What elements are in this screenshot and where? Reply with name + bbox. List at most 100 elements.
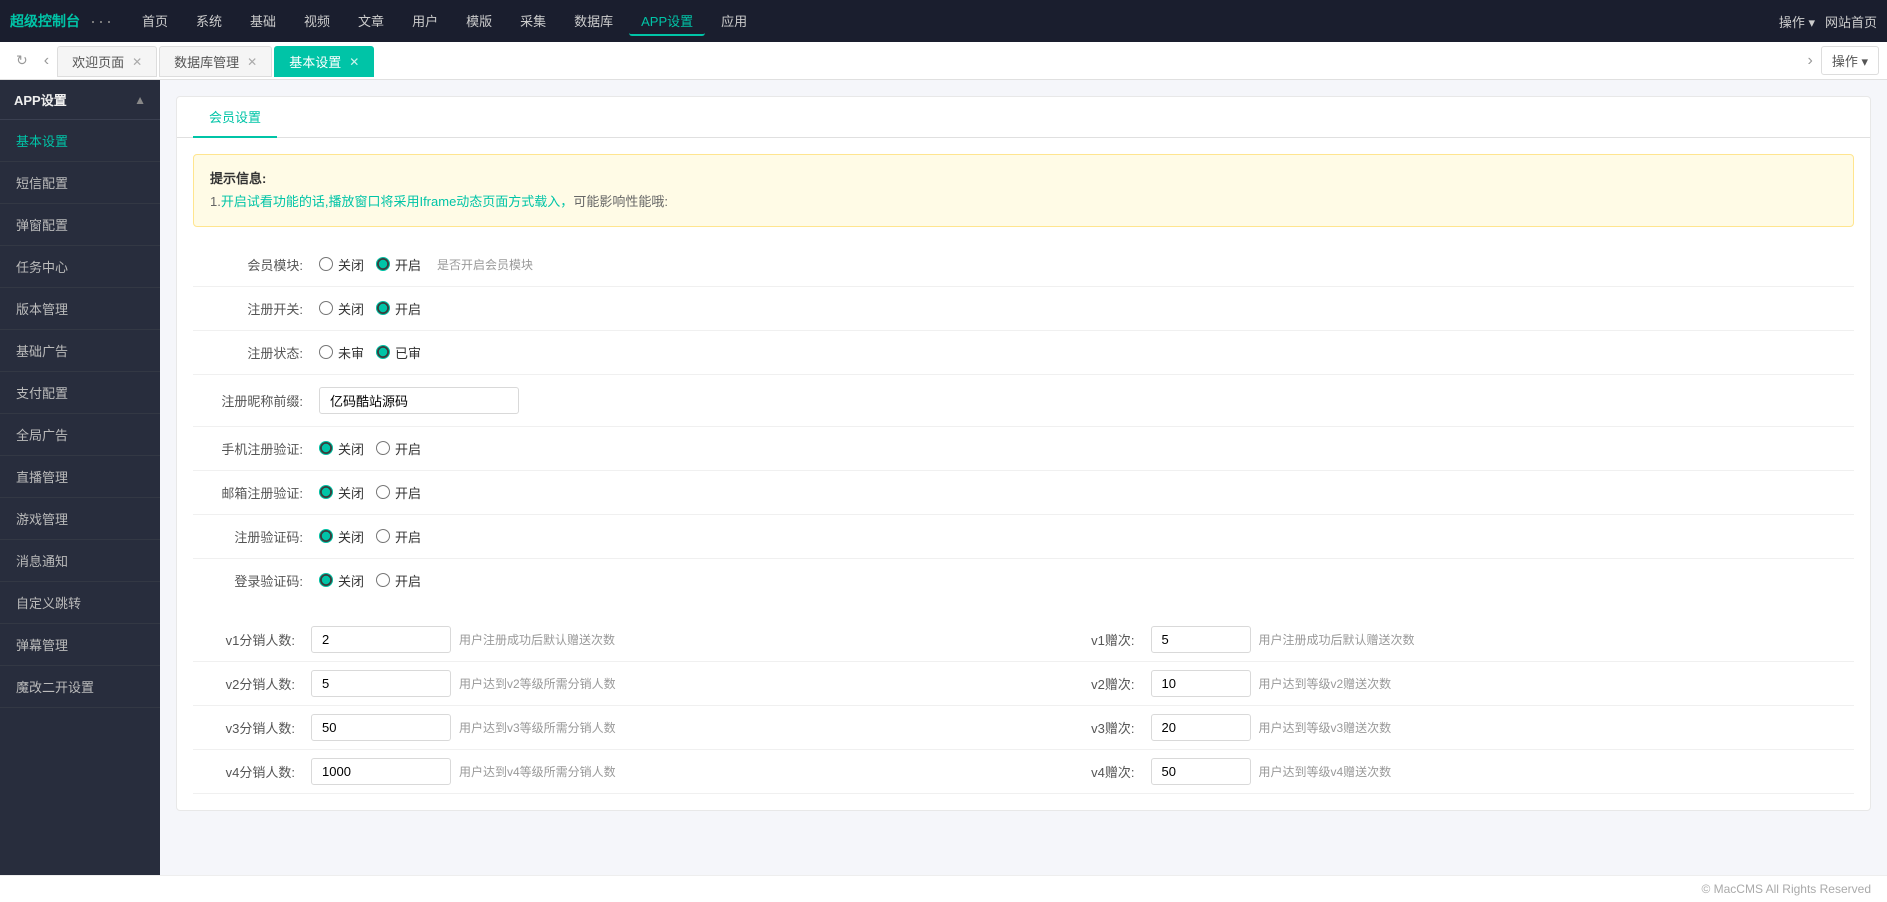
radio-login-captcha-off[interactable]: 关闭 <box>319 571 364 590</box>
sidebar-item-basic-ad[interactable]: 基础广告 <box>0 330 160 372</box>
tip-box: 提示信息: 1.开启试看功能的话,播放窗口将采用Iframe动态页面方式载入，可… <box>193 154 1854 227</box>
radio-register-on[interactable]: 开启 <box>376 299 421 318</box>
main-card: 会员设置 提示信息: 1.开启试看功能的话,播放窗口将采用Iframe动态页面方… <box>176 96 1871 811</box>
hint-v2-gift: 用户达到等级v2赠送次数 <box>1259 675 1855 692</box>
radio-mobile-off[interactable]: 关闭 <box>319 439 364 458</box>
radio-login-captcha-on[interactable]: 开启 <box>376 571 421 590</box>
input-v3-dist[interactable] <box>311 714 451 741</box>
tab-database-mgmt[interactable]: 数据库管理 ✕ <box>159 46 272 77</box>
nav-article[interactable]: 文章 <box>346 7 396 36</box>
sidebar-item-payment[interactable]: 支付配置 <box>0 372 160 414</box>
tab-action-btn[interactable]: 操作 ▾ <box>1821 46 1879 75</box>
nav-dots[interactable]: ··· <box>90 11 114 32</box>
hint-v1-gift: 用户注册成功后默认赠送次数 <box>1259 631 1855 648</box>
sidebar-item-popup[interactable]: 弹窗配置 <box>0 204 160 246</box>
radio-email-off[interactable]: 关闭 <box>319 483 364 502</box>
radio-status-approved[interactable]: 已审 <box>376 343 421 362</box>
nav-app[interactable]: 应用 <box>709 7 759 36</box>
hint-v3-dist: 用户达到v3等级所需分销人数 <box>459 719 1055 736</box>
radio-status-pending[interactable]: 未审 <box>319 343 364 362</box>
card-tabs: 会员设置 <box>177 97 1870 138</box>
sidebar-item-danmu[interactable]: 弹幕管理 <box>0 624 160 666</box>
sidebar-item-redirect[interactable]: 自定义跳转 <box>0 582 160 624</box>
sidebar-item-version[interactable]: 版本管理 <box>0 288 160 330</box>
sidebar-collapse-btn[interactable]: ▲ <box>134 93 146 107</box>
sidebar-title: APP设置 <box>14 90 67 109</box>
footer: © MacCMS All Rights Reserved <box>0 875 1887 902</box>
tip-line-1: 1.开启试看功能的话,播放窗口将采用Iframe动态页面方式载入，可能影响性能哦… <box>210 194 668 209</box>
card-tab-member-settings[interactable]: 会员设置 <box>193 97 277 138</box>
nav-app-settings[interactable]: APP设置 <box>629 7 705 36</box>
radio-member-on[interactable]: 开启 <box>376 255 421 274</box>
nav-right-actions: 操作 ▾ 网站首页 <box>1779 12 1877 31</box>
nav-video[interactable]: 视频 <box>292 7 342 36</box>
radio-reg-captcha-off[interactable]: 关闭 <box>319 527 364 546</box>
controls-mobile-verify: 关闭 开启 <box>319 439 421 458</box>
sidebar-item-live[interactable]: 直播管理 <box>0 456 160 498</box>
label-register-status: 注册状态: <box>193 343 303 362</box>
tab-welcome-close[interactable]: ✕ <box>132 55 142 69</box>
form-row-member-module: 会员模块: 关闭 开启 是否开启会员模块 <box>193 243 1854 287</box>
hint-v4-gift: 用户达到等级v4赠送次数 <box>1259 763 1855 780</box>
radio-register-off[interactable]: 关闭 <box>319 299 364 318</box>
radio-reg-captcha-on[interactable]: 开启 <box>376 527 421 546</box>
sidebar-item-sms[interactable]: 短信配置 <box>0 162 160 204</box>
input-v4-dist[interactable] <box>311 758 451 785</box>
sidebar-item-task-center[interactable]: 任务中心 <box>0 246 160 288</box>
nav-home[interactable]: 首页 <box>130 7 180 36</box>
nav-system[interactable]: 系统 <box>184 7 234 36</box>
controls-nickname-prefix <box>319 387 519 414</box>
label-register-open: 注册开关: <box>193 299 303 318</box>
nav-user[interactable]: 用户 <box>400 7 450 36</box>
tab-refresh-btn[interactable]: ↻ <box>8 48 36 73</box>
sidebar-item-global-ad[interactable]: 全局广告 <box>0 414 160 456</box>
tab-database-mgmt-label: 数据库管理 <box>174 52 239 71</box>
tab-basic-settings[interactable]: 基本设置 ✕ <box>274 46 374 77</box>
controls-register-open: 关闭 开启 <box>319 299 421 318</box>
nav-basic[interactable]: 基础 <box>238 7 288 36</box>
controls-login-captcha: 关闭 开启 <box>319 571 421 590</box>
form-row-register-status: 注册状态: 未审 已审 <box>193 331 1854 375</box>
form-row-mobile-verify: 手机注册验证: 关闭 开启 <box>193 427 1854 471</box>
tab-prev-btn[interactable]: ‹ <box>36 48 57 74</box>
tab-basic-close[interactable]: ✕ <box>349 55 359 69</box>
nav-collect[interactable]: 采集 <box>508 7 558 36</box>
tab-next-btn[interactable]: › <box>1800 48 1821 74</box>
controls-member-module: 关闭 开启 <box>319 255 421 274</box>
tabs-container: 欢迎页面 ✕ 数据库管理 ✕ 基本设置 ✕ <box>57 45 1799 76</box>
label-v4-gift: v4赠次: <box>1063 762 1143 781</box>
hint-v3-gift: 用户达到等级v3赠送次数 <box>1259 719 1855 736</box>
content-area: 会员设置 提示信息: 1.开启试看功能的话,播放窗口将采用Iframe动态页面方… <box>160 80 1887 875</box>
nav-operation-btn[interactable]: 操作 ▾ <box>1779 12 1815 31</box>
radio-email-on[interactable]: 开启 <box>376 483 421 502</box>
radio-mobile-on[interactable]: 开启 <box>376 439 421 458</box>
nav-database[interactable]: 数据库 <box>562 7 625 36</box>
tab-bar: ↻ ‹ 欢迎页面 ✕ 数据库管理 ✕ 基本设置 ✕ › 操作 ▾ <box>0 42 1887 80</box>
radio-member-off[interactable]: 关闭 <box>319 255 364 274</box>
sidebar: APP设置 ▲ 基本设置 短信配置 弹窗配置 任务中心 版本管理 基础广告 支付… <box>0 80 160 875</box>
sidebar-item-magic-dev[interactable]: 魔改二开设置 <box>0 666 160 708</box>
label-v4-dist: v4分销人数: <box>193 762 303 781</box>
sidebar-item-message[interactable]: 消息通知 <box>0 540 160 582</box>
input-v2-dist[interactable] <box>311 670 451 697</box>
input-nickname-prefix[interactable] <box>319 387 519 414</box>
tab-basic-settings-label: 基本设置 <box>289 52 341 71</box>
main-layout: APP设置 ▲ 基本设置 短信配置 弹窗配置 任务中心 版本管理 基础广告 支付… <box>0 80 1887 875</box>
input-v1-dist[interactable] <box>311 626 451 653</box>
input-v4-gift[interactable] <box>1151 758 1251 785</box>
form-row-email-verify: 邮箱注册验证: 关闭 开启 <box>193 471 1854 515</box>
sidebar-item-game[interactable]: 游戏管理 <box>0 498 160 540</box>
footer-text: © MacCMS All Rights Reserved <box>1701 882 1871 896</box>
input-v2-gift[interactable] <box>1151 670 1251 697</box>
tab-welcome[interactable]: 欢迎页面 ✕ <box>57 46 157 77</box>
label-login-captcha: 登录验证码: <box>193 571 303 590</box>
tab-database-close[interactable]: ✕ <box>247 55 257 69</box>
hint-v4-dist: 用户达到v4等级所需分销人数 <box>459 763 1055 780</box>
input-v1-gift[interactable] <box>1151 626 1251 653</box>
sidebar-item-basic-settings[interactable]: 基本设置 <box>0 120 160 162</box>
nav-site-home-btn[interactable]: 网站首页 <box>1825 12 1877 31</box>
label-v1-dist: v1分销人数: <box>193 630 303 649</box>
input-v3-gift[interactable] <box>1151 714 1251 741</box>
nav-template[interactable]: 模版 <box>454 7 504 36</box>
top-navigation: 超级控制台 ··· 首页 系统 基础 视频 文章 用户 模版 采集 数据库 AP… <box>0 0 1887 42</box>
